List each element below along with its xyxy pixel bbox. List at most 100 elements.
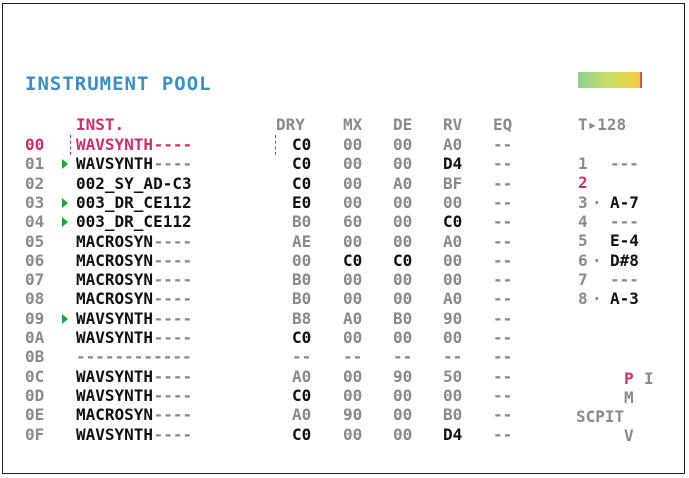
de-value[interactable]: C0 <box>393 252 412 270</box>
instrument-name[interactable]: WAVSYNTH <box>76 155 153 173</box>
de-value[interactable]: 00 <box>393 233 412 251</box>
rv-value[interactable]: D4 <box>443 155 462 173</box>
eq-value[interactable]: -- <box>493 387 512 405</box>
mx-value[interactable]: A0 <box>343 310 362 328</box>
rv-value[interactable]: 50 <box>443 368 462 386</box>
track-number[interactable]: 4 <box>578 213 588 231</box>
track-number[interactable]: 5 <box>578 232 588 250</box>
track-number[interactable]: 6 <box>578 252 588 270</box>
nav-map-view[interactable]: V <box>624 427 634 445</box>
eq-value[interactable]: -- <box>493 155 512 173</box>
dry-value[interactable]: B0 <box>292 290 311 308</box>
mx-value[interactable]: 60 <box>343 213 362 231</box>
dry-value[interactable]: C0 <box>292 426 311 444</box>
nav-map-song-row[interactable]: SCPIT <box>576 408 624 426</box>
de-value[interactable]: 00 <box>393 290 412 308</box>
de-value[interactable]: 00 <box>393 406 412 424</box>
rv-value[interactable]: BF <box>443 175 462 193</box>
rv-value[interactable]: 00 <box>443 387 462 405</box>
instrument-name[interactable]: MACROSYN <box>76 233 153 251</box>
eq-value[interactable]: -- <box>493 348 512 366</box>
instrument-name[interactable]: WAVSYNTH <box>76 387 153 405</box>
instrument-name[interactable]: 003_DR_CE112 <box>76 213 192 231</box>
instrument-name[interactable]: WAVSYNTH <box>76 329 153 347</box>
dry-value[interactable]: C0 <box>292 329 311 347</box>
track-number[interactable]: 2 <box>578 174 588 192</box>
dry-value[interactable]: A0 <box>292 406 311 424</box>
de-value[interactable]: 00 <box>393 271 412 289</box>
tempo-display[interactable]: T▸128 <box>578 116 626 134</box>
eq-value[interactable]: -- <box>493 252 512 270</box>
rv-value[interactable]: 00 <box>443 271 462 289</box>
eq-value[interactable]: -- <box>493 406 512 424</box>
nav-map-mixer[interactable]: M <box>624 389 634 407</box>
track-number[interactable]: 8 <box>578 290 588 308</box>
dry-value[interactable]: E0 <box>292 194 311 212</box>
mx-value[interactable]: 00 <box>343 233 362 251</box>
dry-value[interactable]: -- <box>292 348 311 366</box>
rv-value[interactable]: A0 <box>443 233 462 251</box>
de-value[interactable]: 00 <box>393 155 412 173</box>
dry-value[interactable]: C0 <box>292 175 311 193</box>
mx-value[interactable]: 00 <box>343 387 362 405</box>
de-value[interactable]: B0 <box>393 310 412 328</box>
instrument-name[interactable]: MACROSYN <box>76 290 153 308</box>
eq-value[interactable]: -- <box>493 329 512 347</box>
instrument-name[interactable]: MACROSYN <box>76 271 153 289</box>
eq-value[interactable]: -- <box>493 194 512 212</box>
mx-value[interactable]: 00 <box>343 368 362 386</box>
nav-map-instrument[interactable]: I <box>644 370 654 388</box>
de-value[interactable]: -- <box>393 348 412 366</box>
rv-value[interactable]: A0 <box>443 290 462 308</box>
mx-value[interactable]: 90 <box>343 406 362 424</box>
track-number[interactable]: 7 <box>578 271 588 289</box>
eq-value[interactable]: -- <box>493 310 512 328</box>
dry-value[interactable]: C0 <box>292 136 311 154</box>
de-value[interactable]: 90 <box>393 368 412 386</box>
rv-value[interactable]: -- <box>443 348 462 366</box>
de-value[interactable]: 00 <box>393 387 412 405</box>
dry-value[interactable]: B0 <box>292 271 311 289</box>
track-number[interactable]: 3 <box>578 194 588 212</box>
de-value[interactable]: 00 <box>393 329 412 347</box>
de-value[interactable]: 00 <box>393 136 412 154</box>
dry-value[interactable]: 00 <box>292 252 311 270</box>
rv-value[interactable]: B0 <box>443 406 462 424</box>
eq-value[interactable]: -- <box>493 136 512 154</box>
instrument-name[interactable]: WAVSYNTH <box>76 368 153 386</box>
de-value[interactable]: A0 <box>393 175 412 193</box>
instrument-name[interactable]: MACROSYN <box>76 406 153 424</box>
mx-value[interactable]: 00 <box>343 271 362 289</box>
mx-value[interactable]: -- <box>343 348 362 366</box>
mx-value[interactable]: 00 <box>343 136 362 154</box>
mx-value[interactable]: 00 <box>343 329 362 347</box>
eq-value[interactable]: -- <box>493 175 512 193</box>
instrument-name[interactable]: ------------ <box>76 348 192 366</box>
eq-value[interactable]: -- <box>493 368 512 386</box>
instrument-name[interactable]: 003_DR_CE112 <box>76 194 192 212</box>
rv-value[interactable]: 00 <box>443 329 462 347</box>
instrument-name[interactable]: WAVSYNTH <box>76 310 153 328</box>
dry-value[interactable]: C0 <box>292 387 311 405</box>
mx-value[interactable]: 00 <box>343 290 362 308</box>
eq-value[interactable]: -- <box>493 426 512 444</box>
mx-value[interactable]: 00 <box>343 194 362 212</box>
instrument-name[interactable]: 002_SY_AD-C3 <box>76 175 192 193</box>
eq-value[interactable]: -- <box>493 271 512 289</box>
instrument-name[interactable]: WAVSYNTH <box>76 426 153 444</box>
instrument-name[interactable]: WAVSYNTH <box>76 136 153 154</box>
eq-value[interactable]: -- <box>493 213 512 231</box>
nav-map-pool[interactable]: P <box>624 370 634 388</box>
rv-value[interactable]: D4 <box>443 426 462 444</box>
rv-value[interactable]: 00 <box>443 194 462 212</box>
rv-value[interactable]: 90 <box>443 310 462 328</box>
eq-value[interactable]: -- <box>493 290 512 308</box>
track-number[interactable]: 1 <box>578 155 588 173</box>
dry-value[interactable]: B0 <box>292 213 311 231</box>
dry-value[interactable]: C0 <box>292 155 311 173</box>
mx-value[interactable]: 00 <box>343 426 362 444</box>
de-value[interactable]: 00 <box>393 426 412 444</box>
de-value[interactable]: 00 <box>393 213 412 231</box>
mx-value[interactable]: C0 <box>343 252 362 270</box>
instrument-name[interactable]: MACROSYN <box>76 252 153 270</box>
